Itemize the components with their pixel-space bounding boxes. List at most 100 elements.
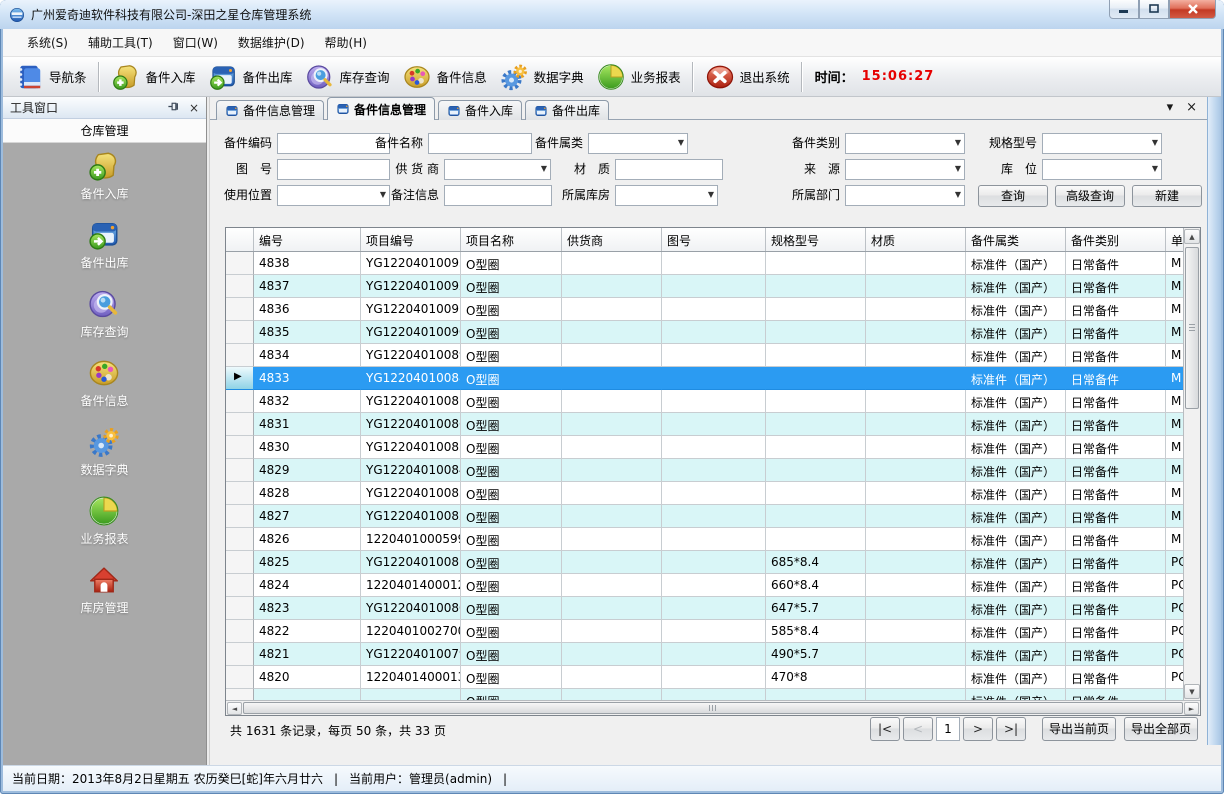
new-button[interactable]: 新建 <box>1132 185 1202 207</box>
column-header[interactable]: 供货商 <box>562 228 662 251</box>
row-selector[interactable] <box>226 597 254 620</box>
column-header[interactable]: 项目编号 <box>361 228 461 251</box>
search-input-7[interactable] <box>615 159 723 180</box>
tab-0[interactable]: 备件信息管理 <box>216 100 324 120</box>
tab-close-icon[interactable]: × <box>1186 100 1197 115</box>
column-header[interactable]: 材质 <box>866 228 966 251</box>
row-selector[interactable] <box>226 620 254 643</box>
row-selector[interactable] <box>226 666 254 689</box>
search-select-4[interactable]: ▼ <box>1042 133 1162 154</box>
scroll-right-icon[interactable]: ► <box>1184 702 1199 715</box>
toolbar-button-data-dict[interactable]: 数据字典 <box>493 59 590 95</box>
sidebar-item-parts-out[interactable]: 备件出库 <box>80 218 128 271</box>
search-select-2[interactable]: ▼ <box>588 133 688 154</box>
toolbar-button-exit[interactable]: 退出系统 <box>699 59 796 95</box>
row-selector[interactable]: ▶ <box>226 367 254 390</box>
table-row[interactable]: 48261220401000599O型圈标准件（国产）日常备件M <box>226 528 1200 551</box>
toolbar-button-navbook[interactable]: 导航条 <box>8 59 93 95</box>
table-row[interactable]: 4831YG12204010086O型圈标准件（国产）日常备件M <box>226 413 1200 436</box>
row-selector[interactable] <box>226 298 254 321</box>
column-header[interactable]: 图号 <box>662 228 766 251</box>
table-row[interactable]: 4838YG12204010093O型圈标准件（国产）日常备件M <box>226 252 1200 275</box>
scroll-left-icon[interactable]: ◄ <box>227 702 242 715</box>
prev-page-button[interactable]: < <box>903 717 933 741</box>
sidebar-item-data-dict[interactable]: 数据字典 <box>80 425 128 478</box>
menu-item[interactable]: 数据维护(D) <box>228 29 315 56</box>
menu-item[interactable]: 窗口(W) <box>163 29 228 56</box>
horizontal-scrollbar[interactable]: ◄ ► <box>226 700 1200 715</box>
menu-item[interactable]: 帮助(H) <box>315 29 377 56</box>
tab-3[interactable]: 备件出库 <box>525 100 609 120</box>
last-page-button[interactable]: >| <box>996 717 1026 741</box>
table-row[interactable]: 4832YG12204010087O型圈标准件（国产）日常备件M <box>226 390 1200 413</box>
row-selector[interactable] <box>226 459 254 482</box>
tab-2[interactable]: 备件入库 <box>438 100 522 120</box>
scroll-down-icon[interactable]: ▼ <box>1184 684 1200 699</box>
row-selector[interactable] <box>226 390 254 413</box>
row-selector[interactable] <box>226 643 254 666</box>
close-button[interactable] <box>1169 0 1216 19</box>
table-row[interactable]: 4830YG12204010085O型圈标准件（国产）日常备件M <box>226 436 1200 459</box>
table-row[interactable]: 4823YG12204010080O型圈647*5.7标准件（国产）日常备件PC <box>226 597 1200 620</box>
sidebar-item-parts-in[interactable]: 备件入库 <box>80 149 128 202</box>
page-number-input[interactable] <box>936 717 960 741</box>
row-selector[interactable] <box>226 436 254 459</box>
menu-item[interactable]: 系统(S) <box>17 29 78 56</box>
row-selector[interactable] <box>226 413 254 436</box>
table-row[interactable]: 4825YG12204010081O型圈685*8.4标准件（国产）日常备件PC <box>226 551 1200 574</box>
table-row[interactable]: 4827YG12204010082O型圈标准件（国产）日常备件M <box>226 505 1200 528</box>
row-selector[interactable] <box>226 528 254 551</box>
vertical-scroll-thumb[interactable] <box>1185 247 1199 409</box>
table-row[interactable]: 48241220401400012O型圈660*8.4标准件（国产）日常备件PC <box>226 574 1200 597</box>
table-row[interactable]: 4821YG12204010079O型圈490*5.7标准件（国产）日常备件PC <box>226 643 1200 666</box>
column-header[interactable]: 编号 <box>254 228 361 251</box>
vertical-scrollbar[interactable]: ▲ ▼ <box>1183 228 1200 700</box>
panel-scroll-strip[interactable] <box>1207 97 1221 745</box>
tab-dropdown-icon[interactable]: ▾ <box>1167 100 1174 115</box>
sidebar-item-stock-query[interactable]: 库存查询 <box>80 287 128 340</box>
column-header[interactable]: 规格型号 <box>766 228 866 251</box>
row-selector[interactable] <box>226 344 254 367</box>
search-select-13[interactable]: ▼ <box>845 185 965 206</box>
row-selector[interactable] <box>226 574 254 597</box>
column-header[interactable]: 项目名称 <box>461 228 562 251</box>
export-current-page-button[interactable]: 导出当前页 <box>1042 717 1116 741</box>
toolbar-button-parts-in[interactable]: 备件入库 <box>105 59 202 95</box>
row-selector[interactable] <box>226 689 254 700</box>
query-button[interactable]: 查询 <box>978 185 1048 207</box>
sidebar-item-parts-info[interactable]: 备件信息 <box>80 356 128 409</box>
next-page-button[interactable]: > <box>963 717 993 741</box>
column-header[interactable]: 备件属类 <box>966 228 1066 251</box>
toolbar-button-parts-info[interactable]: 备件信息 <box>396 59 493 95</box>
table-row[interactable]: 4835YG12204010090O型圈标准件（国产）日常备件M <box>226 321 1200 344</box>
toolbar-button-parts-out[interactable]: 备件出库 <box>202 59 299 95</box>
maximize-button[interactable] <box>1139 0 1169 19</box>
export-all-pages-button[interactable]: 导出全部页 <box>1124 717 1198 741</box>
row-selector[interactable] <box>226 482 254 505</box>
row-selector[interactable] <box>226 321 254 344</box>
table-row[interactable]: 4836YG12204010091O型圈标准件（国产）日常备件M <box>226 298 1200 321</box>
table-row[interactable]: 48201220401400013O型圈470*8标准件（国产）日常备件PC <box>226 666 1200 689</box>
table-row[interactable]: 4834YG12204010089O型圈标准件（国产）日常备件M <box>226 344 1200 367</box>
first-page-button[interactable]: |< <box>870 717 900 741</box>
menu-item[interactable]: 辅助工具(T) <box>78 29 163 56</box>
horizontal-scroll-thumb[interactable] <box>243 702 1183 714</box>
sidebar-item-house[interactable]: 库房管理 <box>80 563 128 616</box>
table-row[interactable]: ▶4833YG12204010088O型圈标准件（国产）日常备件M <box>226 367 1200 390</box>
advanced-query-button[interactable]: 高级查询 <box>1055 185 1125 207</box>
sidebar-item-report[interactable]: 业务报表 <box>80 494 128 547</box>
toolbar-button-report[interactable]: 业务报表 <box>590 59 687 95</box>
pin-icon[interactable] <box>167 100 180 115</box>
row-selector[interactable] <box>226 505 254 528</box>
table-row[interactable]: O型圈标准件（国产）日常备件 <box>226 689 1200 700</box>
tab-1[interactable]: 备件信息管理 <box>327 97 435 120</box>
scroll-up-icon[interactable]: ▲ <box>1184 229 1200 244</box>
table-row[interactable]: 4837YG12204010092O型圈标准件（国产）日常备件M <box>226 275 1200 298</box>
column-header[interactable]: 备件类别 <box>1066 228 1166 251</box>
search-select-12[interactable]: ▼ <box>615 185 718 206</box>
toolbar-button-stock-query[interactable]: 库存查询 <box>299 59 396 95</box>
search-select-9[interactable]: ▼ <box>1042 159 1162 180</box>
row-selector[interactable] <box>226 551 254 574</box>
minimize-button[interactable] <box>1109 0 1139 19</box>
table-row[interactable]: 4829YG12204010084O型圈标准件（国产）日常备件M <box>226 459 1200 482</box>
